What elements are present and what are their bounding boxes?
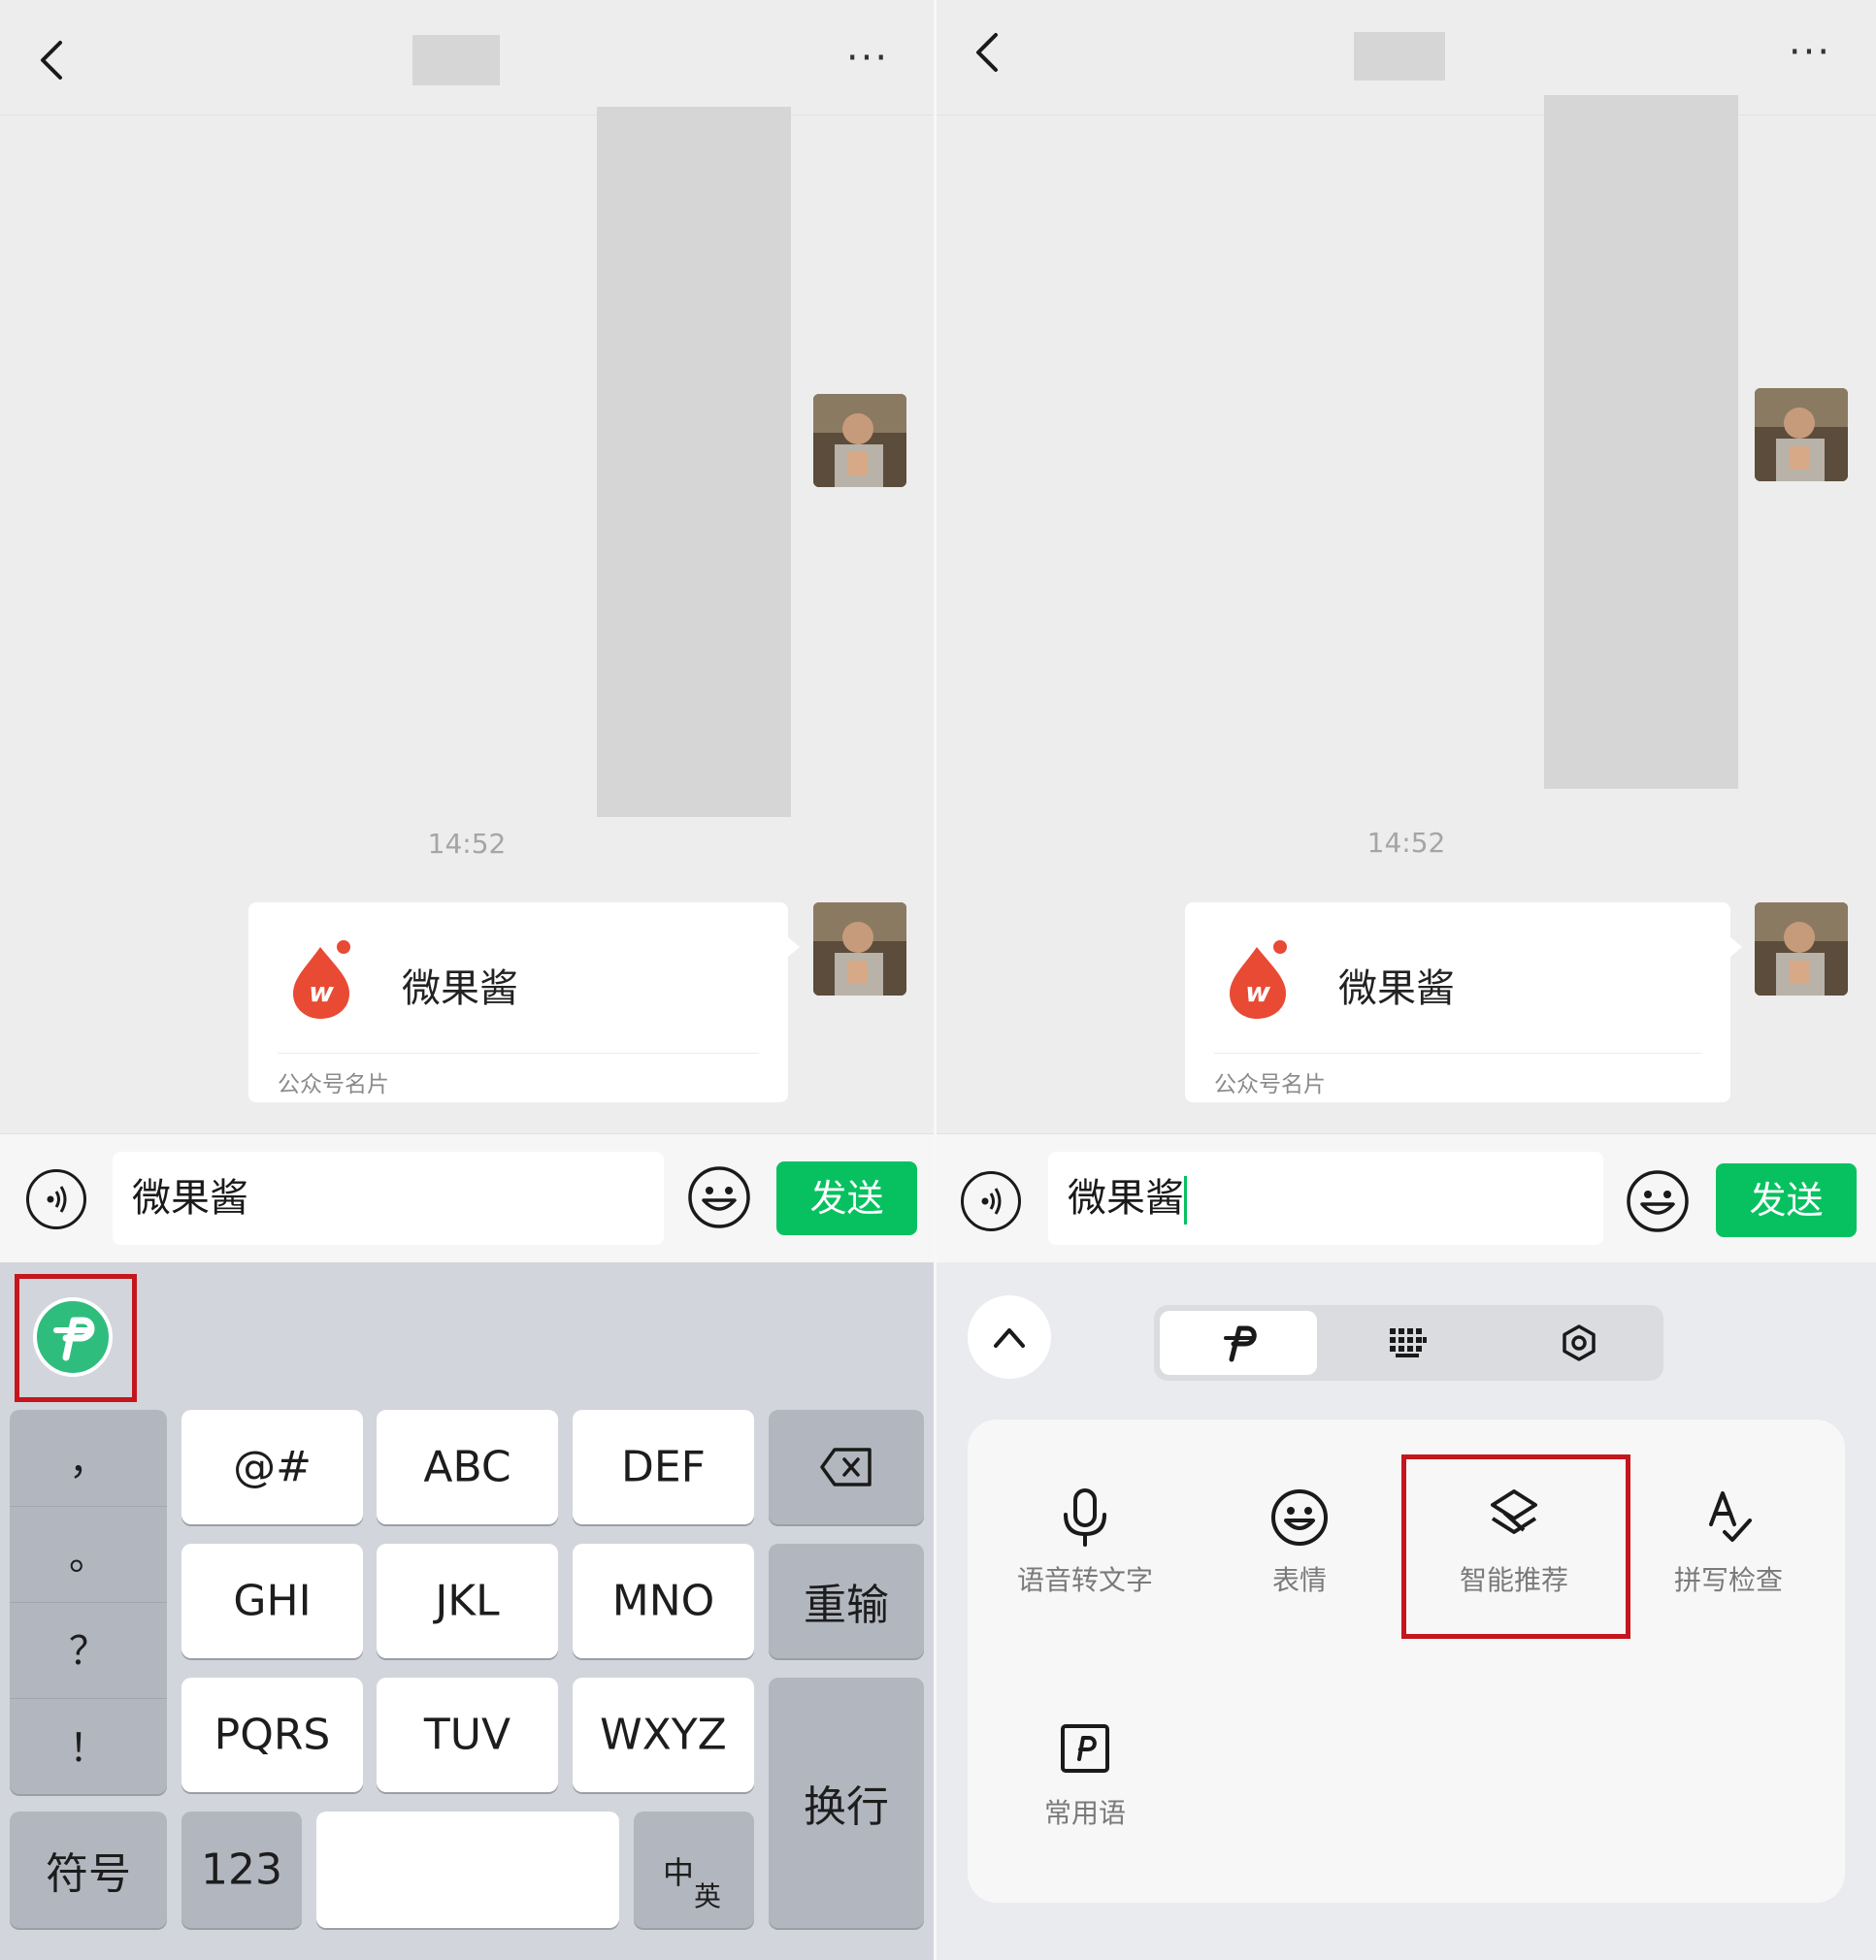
weiguojiang-logo-icon: w xyxy=(293,940,350,1019)
tool-voice-to-text[interactable]: 语音转文字 xyxy=(988,1487,1182,1598)
contact-card-message[interactable]: w 微果酱 公众号名片 xyxy=(248,902,800,1102)
tool-label: 拼写检查 xyxy=(1673,1564,1783,1596)
tool-emoji[interactable]: 表情 xyxy=(1202,1487,1397,1598)
tool-label: 语音转文字 xyxy=(1016,1564,1153,1596)
contact-card-message[interactable]: w 微果酱 公众号名片 xyxy=(1185,902,1742,1102)
send-button[interactable]: 发送 xyxy=(1716,1163,1857,1237)
avatar[interactable] xyxy=(813,394,906,487)
message-timestamp: 14:52 xyxy=(427,828,507,860)
card-account-name: 微果酱 xyxy=(1338,966,1455,1011)
card-type-label: 公众号名片 xyxy=(278,1072,389,1097)
svg-text:w: w xyxy=(309,976,334,1008)
backspace-icon xyxy=(820,1448,872,1486)
back-arrow-icon[interactable] xyxy=(971,29,1005,76)
key-abc[interactable]: ABC xyxy=(377,1410,558,1524)
tab-keyboard[interactable] xyxy=(1330,1311,1487,1375)
backspace-key[interactable] xyxy=(769,1410,924,1524)
language-switch-key[interactable]: 中 英 xyxy=(634,1812,754,1928)
ime-p-logo-icon xyxy=(1224,1325,1257,1362)
message-input[interactable]: 微果酱 xyxy=(1048,1152,1603,1245)
card-account-name: 微果酱 xyxy=(402,966,518,1011)
settings-hexagon-icon xyxy=(1563,1324,1596,1361)
card-type-label: 公众号名片 xyxy=(1214,1072,1326,1097)
key-wxyz[interactable]: WXYZ xyxy=(573,1678,754,1792)
voice-input-button[interactable] xyxy=(26,1169,86,1229)
back-arrow-icon[interactable] xyxy=(35,37,70,83)
card-divider xyxy=(1214,1053,1701,1054)
phrases-icon xyxy=(1061,1724,1109,1773)
tool-common-phrases[interactable]: 常用语 xyxy=(988,1720,1182,1831)
key-tuv[interactable]: TUV xyxy=(377,1678,558,1792)
reenter-key[interactable]: 重输 xyxy=(769,1544,924,1658)
symbol-key[interactable]: 符号 xyxy=(10,1812,167,1928)
chat-header: ··· xyxy=(0,0,934,115)
input-text: 微果酱 xyxy=(1068,1176,1184,1221)
tool-spell-check[interactable]: 拼写检查 xyxy=(1631,1487,1826,1598)
emoji-icon xyxy=(1271,1489,1328,1546)
emoji-icon[interactable] xyxy=(687,1165,751,1229)
nine-key-keyboard: ， 。 ？ ！ @# ABC DEF GHI JKL MNO 重输 PQRS T… xyxy=(0,1262,934,1960)
avatar[interactable] xyxy=(813,902,906,996)
key-mno[interactable]: MNO xyxy=(573,1544,754,1658)
separator xyxy=(10,1506,167,1507)
keyboard-grid-icon xyxy=(1390,1328,1427,1357)
key-question[interactable]: ？ xyxy=(10,1619,167,1676)
text-cursor xyxy=(1184,1176,1187,1225)
input-bar: 微果酱 发送 xyxy=(937,1133,1876,1262)
key-exclaim[interactable]: ！ xyxy=(10,1716,167,1773)
ime-toolbox-panel: 语音转文字 表情 智能推荐 拼写检查 常用语 xyxy=(937,1262,1876,1960)
right-screenshot: ··· 14:52 w 微果酱 公众号名片 微果酱 发送 语音转文字 表情 智能… xyxy=(937,0,1876,1960)
key-symbols-at[interactable]: @# xyxy=(181,1410,363,1524)
ime-mode-switcher xyxy=(1154,1305,1663,1381)
message-input[interactable]: 微果酱 xyxy=(113,1152,664,1245)
weiguojiang-logo-icon: w xyxy=(1230,940,1287,1019)
highlight-box xyxy=(15,1274,137,1402)
tab-ime-toolbox[interactable] xyxy=(1160,1311,1317,1375)
key-ghi[interactable]: GHI xyxy=(181,1544,363,1658)
key-def[interactable]: DEF xyxy=(573,1410,754,1524)
number-key[interactable]: 123 xyxy=(181,1812,302,1928)
chevron-up-icon xyxy=(994,1328,1025,1348)
microphone-icon xyxy=(1064,1488,1106,1547)
message-timestamp: 14:52 xyxy=(1366,827,1446,859)
voice-wave-icon xyxy=(981,1188,1002,1215)
tab-settings[interactable] xyxy=(1499,1311,1657,1375)
space-key[interactable] xyxy=(316,1812,619,1928)
avatar[interactable] xyxy=(1755,388,1848,481)
more-options-icon[interactable]: ··· xyxy=(839,39,897,78)
send-button[interactable]: 发送 xyxy=(776,1161,917,1235)
input-bar: 微果酱 发送 xyxy=(0,1133,934,1262)
emoji-icon[interactable] xyxy=(1626,1169,1690,1233)
separator xyxy=(10,1698,167,1699)
svg-text:w: w xyxy=(1245,976,1270,1008)
tool-label: 常用语 xyxy=(1043,1797,1126,1829)
newline-key[interactable]: 换行 xyxy=(769,1678,924,1928)
image-message-placeholder[interactable] xyxy=(597,107,791,817)
highlight-box xyxy=(1401,1454,1630,1639)
key-comma[interactable]: ， xyxy=(10,1429,167,1486)
card-divider xyxy=(278,1053,759,1054)
voice-wave-icon xyxy=(47,1186,67,1213)
separator xyxy=(10,1602,167,1603)
chat-title-placeholder xyxy=(1354,32,1445,81)
left-screenshot: ··· 14:52 w 微果酱 公众号名片 微果酱 发送 ， 。 ？ ！ @# … xyxy=(0,0,934,1960)
punctuation-column[interactable]: ， 。 ？ ！ xyxy=(10,1410,167,1794)
avatar[interactable] xyxy=(1755,902,1848,996)
tool-label: 表情 xyxy=(1271,1564,1327,1596)
image-message-placeholder[interactable] xyxy=(1544,95,1738,789)
collapse-button[interactable] xyxy=(968,1295,1051,1379)
key-jkl[interactable]: JKL xyxy=(377,1544,558,1658)
chat-title-placeholder xyxy=(412,35,500,85)
spell-check-icon xyxy=(1709,1491,1752,1542)
more-options-icon[interactable]: ··· xyxy=(1781,33,1839,72)
key-pqrs[interactable]: PQRS xyxy=(181,1678,363,1792)
key-period[interactable]: 。 xyxy=(10,1524,167,1581)
voice-input-button[interactable] xyxy=(961,1171,1021,1231)
